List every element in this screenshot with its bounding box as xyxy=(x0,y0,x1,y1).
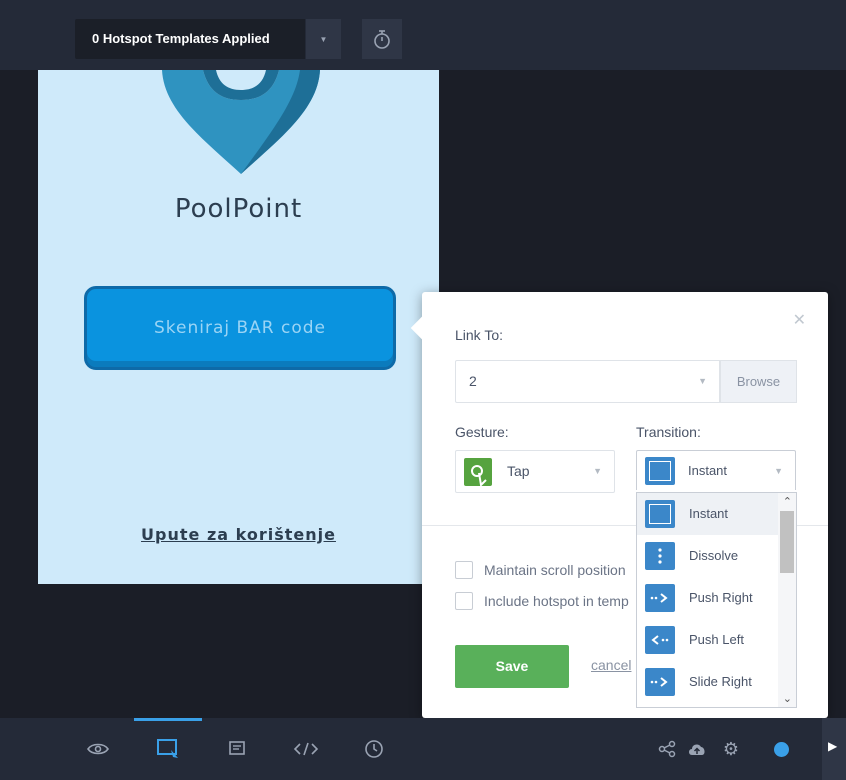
include-hotspot-label: Include hotspot in temp xyxy=(484,593,629,609)
transition-option-push-right[interactable]: Push Right xyxy=(637,577,778,619)
transition-dropdown: Instant Dissolve Push Right Push Left Sl… xyxy=(636,492,797,708)
gesture-select[interactable]: Tap ▼ xyxy=(455,450,615,493)
transition-select[interactable]: Instant ▼ xyxy=(636,450,796,490)
scan-barcode-button[interactable]: Skeniraj BAR code xyxy=(84,286,396,370)
history-icon xyxy=(365,740,383,758)
gesture-value: Tap xyxy=(507,463,530,479)
preview-icon xyxy=(87,743,109,755)
caret-down-icon: ▼ xyxy=(319,34,328,44)
share-icon xyxy=(658,740,676,758)
top-toolbar: 0 Hotspot Templates Applied ▼ xyxy=(0,0,846,70)
push-left-icon xyxy=(645,626,675,654)
collapse-panel-button[interactable]: ▶ xyxy=(822,718,846,780)
status-dot-icon xyxy=(773,741,789,757)
scroll-up-icon[interactable]: ⌃ xyxy=(783,495,792,508)
transition-option-label: Push Right xyxy=(689,590,753,605)
user-guide-link[interactable]: Upute za korištenje xyxy=(38,525,439,544)
location-pin-logo xyxy=(162,70,320,174)
chevron-down-icon: ▼ xyxy=(593,466,602,476)
bottom-toolbar: ⚙ xyxy=(0,718,846,780)
preview-tool[interactable] xyxy=(73,718,123,780)
include-hotspot-checkbox[interactable] xyxy=(455,592,473,610)
hotspot-templates-button[interactable]: 0 Hotspot Templates Applied xyxy=(75,19,305,59)
link-to-value: 2 xyxy=(469,373,477,389)
stopwatch-icon xyxy=(374,30,390,49)
cancel-link[interactable]: cancel xyxy=(591,657,631,673)
transition-option-label: Slide Right xyxy=(689,674,752,689)
dropdown-scrollbar[interactable]: ⌃ ⌄ xyxy=(778,493,796,707)
slide-right-icon xyxy=(645,668,675,696)
comment-tool[interactable] xyxy=(212,718,262,780)
status-indicator[interactable] xyxy=(761,718,801,780)
transition-option-push-left[interactable]: Push Left xyxy=(637,619,778,661)
cloud-upload-icon xyxy=(689,744,705,755)
templates-dropdown-button[interactable]: ▼ xyxy=(306,19,341,59)
include-hotspot-option[interactable]: Include hotspot in temp xyxy=(455,591,629,611)
chevron-down-icon: ▼ xyxy=(698,376,707,386)
history-tool[interactable] xyxy=(349,718,399,780)
transition-option-instant[interactable]: Instant xyxy=(637,493,778,535)
app-name: PoolPoint xyxy=(174,194,303,224)
save-button[interactable]: Save xyxy=(455,645,569,688)
transition-option-slide-right[interactable]: Slide Right xyxy=(637,661,778,703)
transition-option-dissolve[interactable]: Dissolve xyxy=(637,535,778,577)
settings-tool[interactable]: ⚙ xyxy=(711,718,751,780)
transition-option-label: Instant xyxy=(689,506,729,521)
transition-value: Instant xyxy=(688,463,728,478)
scroll-down-icon[interactable]: ⌄ xyxy=(783,692,792,705)
settings-icon: ⚙ xyxy=(722,738,740,759)
instant-icon xyxy=(645,457,675,485)
instant-icon xyxy=(645,500,675,528)
comment-icon xyxy=(229,741,245,755)
hotspot-tool[interactable] xyxy=(143,718,193,780)
timer-button[interactable] xyxy=(362,19,402,59)
dissolve-icon xyxy=(645,542,675,570)
transition-option-label: Dissolve xyxy=(689,548,739,563)
transition-label: Transition: xyxy=(636,424,701,440)
prototype-screen: PoolPoint Skeniraj BAR code Upute za kor… xyxy=(38,70,439,584)
gesture-label: Gesture: xyxy=(455,424,509,440)
tap-icon xyxy=(464,458,492,488)
browse-button[interactable]: Browse xyxy=(720,360,797,403)
push-right-icon xyxy=(645,584,675,612)
chevron-down-icon: ▼ xyxy=(774,466,783,476)
scrollbar-thumb[interactable] xyxy=(780,511,794,573)
chevron-right-icon: ▶ xyxy=(828,739,838,753)
hotspot-icon xyxy=(157,739,178,758)
code-icon xyxy=(293,742,319,756)
link-to-select[interactable]: 2 ▼ xyxy=(455,360,720,403)
maintain-scroll-checkbox[interactable] xyxy=(455,561,473,579)
transition-option-label: Push Left xyxy=(689,632,744,647)
link-to-label: Link To: xyxy=(455,327,503,343)
maintain-scroll-option[interactable]: Maintain scroll position xyxy=(455,560,626,580)
active-tool-indicator xyxy=(134,718,202,721)
maintain-scroll-label: Maintain scroll position xyxy=(484,562,626,578)
close-icon[interactable]: ✕ xyxy=(793,310,806,330)
code-tool[interactable] xyxy=(281,718,331,780)
